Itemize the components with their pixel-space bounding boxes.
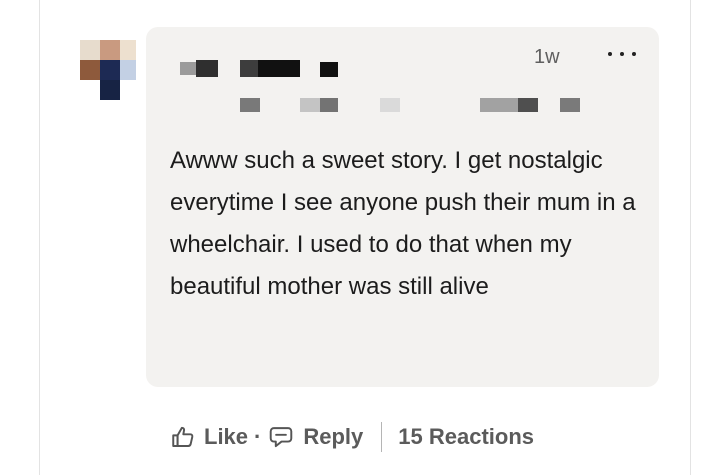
- comment-timestamp: 1w: [534, 46, 560, 68]
- comment-text: Awww such a sweet story. I get nostalgic…: [170, 147, 636, 300]
- thumbs-up-icon: [172, 426, 194, 447]
- reactions-count-link[interactable]: 15 Reactions: [398, 424, 534, 450]
- reply-button[interactable]: Reply: [268, 424, 363, 450]
- frame-border-right: [690, 0, 691, 475]
- like-label: Like: [204, 424, 249, 449]
- action-divider: [381, 422, 383, 452]
- comment-action-bar: Like · Reply 15 Reactions: [170, 417, 534, 457]
- action-separator-dot: ·: [254, 424, 262, 449]
- avatar[interactable]: [80, 40, 136, 100]
- frame-border-left: [39, 0, 40, 475]
- reply-label: Reply: [303, 424, 364, 449]
- more-horizontal-icon[interactable]: [608, 44, 636, 64]
- reactions-label: 15 Reactions: [398, 424, 535, 449]
- speech-bubble-icon: [270, 427, 293, 448]
- like-button[interactable]: Like: [170, 424, 248, 450]
